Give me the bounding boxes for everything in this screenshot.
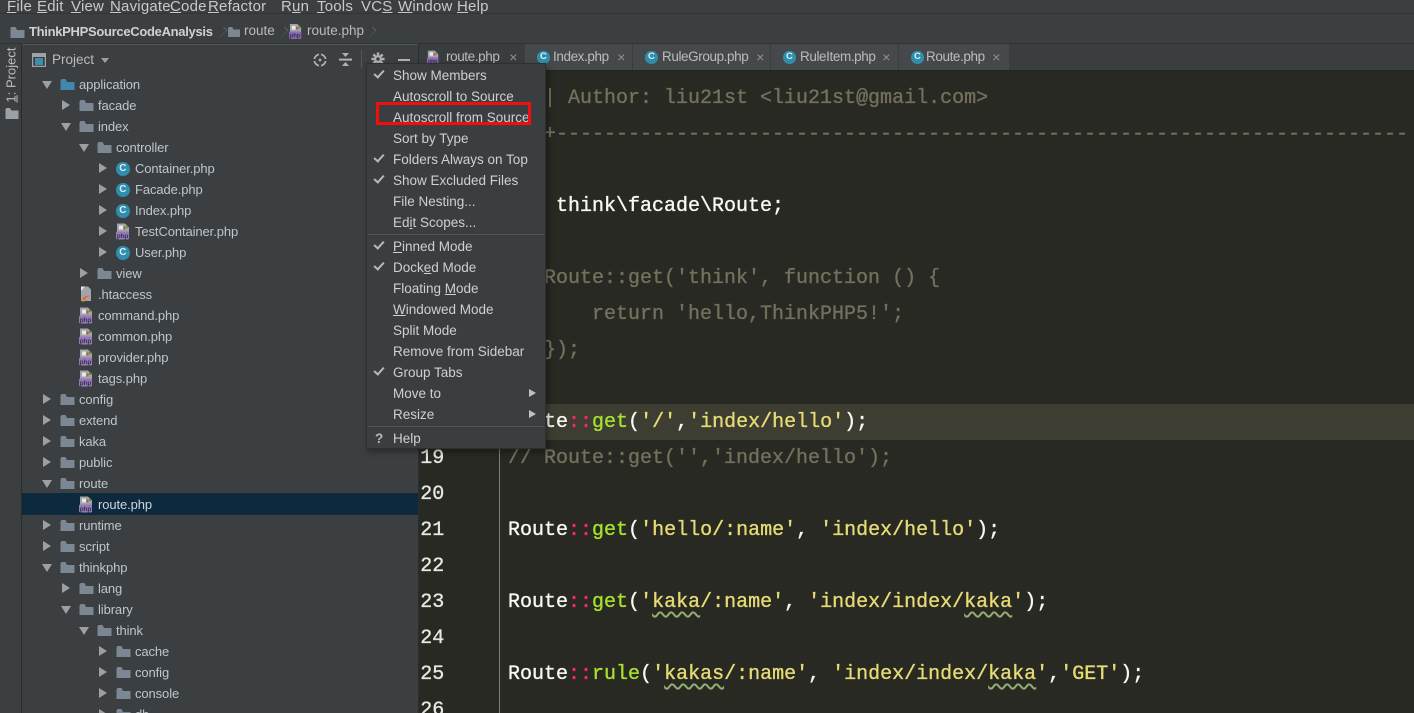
svg-text:php: php bbox=[80, 380, 92, 387]
svg-text:php: php bbox=[80, 506, 92, 513]
svg-text:php: php bbox=[290, 33, 301, 39]
svg-text:php: php bbox=[80, 359, 92, 366]
svg-text:php: php bbox=[80, 317, 92, 324]
svg-text:php: php bbox=[80, 338, 92, 345]
svg-text:php: php bbox=[117, 233, 129, 240]
